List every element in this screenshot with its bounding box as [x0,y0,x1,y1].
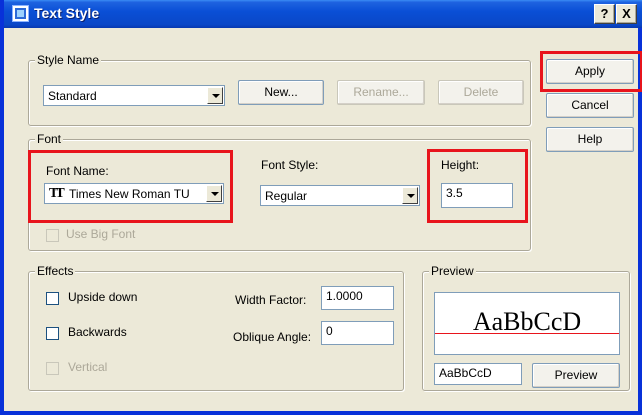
help-title-button[interactable]: ? [594,4,615,24]
delete-button[interactable]: Delete [438,80,524,105]
style-name-group-title: Style Name [35,53,102,67]
width-factor-label: Width Factor: [235,293,307,307]
use-big-font-checkbox[interactable] [46,229,59,242]
font-name-highlight [28,150,233,223]
help-button[interactable]: Help [546,127,634,152]
backwards-checkbox[interactable] [46,327,59,340]
preview-group-title: Preview [429,264,476,278]
oblique-angle-label: Oblique Angle: [233,330,312,344]
rename-button[interactable]: Rename... [337,80,425,105]
style-name-select[interactable]: Standard [43,85,225,106]
preview-button[interactable]: Preview [532,363,620,388]
cancel-button[interactable]: Cancel [546,93,634,118]
oblique-angle-input[interactable]: 0 [321,321,394,345]
font-style-value: Regular [265,189,308,203]
chevron-down-icon[interactable] [402,187,418,204]
style-name-value: Standard [48,89,97,103]
baseline-line [435,333,619,334]
preview-area: AaBbCcD [434,292,620,355]
upside-down-label: Upside down [68,290,138,304]
preview-text-input[interactable]: AaBbCcD [434,363,522,385]
backwards-label: Backwards [68,325,127,339]
font-style-label: Font Style: [261,158,319,172]
height-highlight [427,149,528,223]
use-big-font-label: Use Big Font [66,227,136,241]
apply-highlight [540,51,642,92]
window-title: Text Style [34,5,100,21]
close-button[interactable]: X [616,4,637,24]
title-bar[interactable]: Text Style ? X [4,0,642,28]
effects-group-title: Effects [35,264,76,278]
new-button[interactable]: New... [238,80,324,105]
vertical-label: Vertical [68,360,108,374]
app-icon [12,5,29,22]
font-style-select[interactable]: Regular [260,185,420,206]
vertical-checkbox[interactable] [46,362,59,375]
font-group-title: Font [35,132,64,146]
width-factor-input[interactable]: 1.0000 [321,286,394,310]
upside-down-checkbox[interactable] [46,292,59,305]
chevron-down-icon[interactable] [207,87,223,104]
text-style-dialog: Text Style ? X Style Name Standard New..… [0,0,642,415]
